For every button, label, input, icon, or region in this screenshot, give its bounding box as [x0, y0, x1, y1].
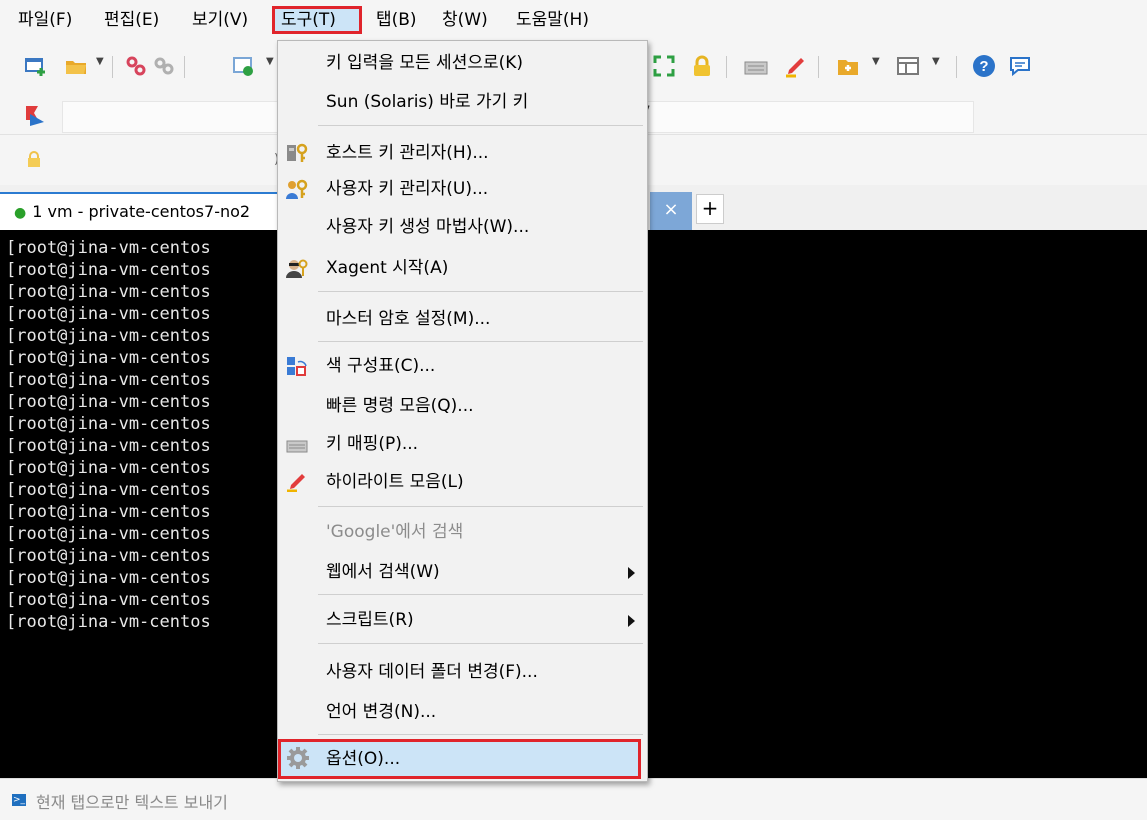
terminal-line: [root@jina-vm-centos — [6, 414, 211, 434]
tab-close-button[interactable]: × — [650, 192, 692, 230]
tab-session-1[interactable]: ● 1 vm - private-centos7-no2 — [0, 192, 278, 230]
terminal-line: [root@jina-vm-centos — [6, 612, 211, 632]
fullscreen-icon[interactable] — [652, 54, 676, 78]
lock-icon[interactable] — [690, 54, 714, 78]
terminal-line: [root@jina-vm-centos — [6, 502, 211, 522]
connected-status-icon: ● — [14, 205, 27, 221]
menu-item-xagent[interactable]: Xagent 시작(A) — [278, 251, 647, 285]
menu-separator — [318, 341, 643, 342]
terminal-line: [root@jina-vm-centos — [6, 326, 211, 346]
gear-icon — [286, 746, 309, 769]
menu-separator — [318, 594, 643, 595]
menu-item-script[interactable]: 스크립트(R) — [278, 603, 647, 637]
agent-icon — [286, 258, 308, 278]
menu-item-change-language[interactable]: 언어 변경(N)... — [278, 695, 647, 729]
menu-tab[interactable]: 탭(B) — [370, 6, 423, 34]
terminal-line: [root@jina-vm-centos — [6, 458, 211, 478]
terminal-line: [root@jina-vm-centos — [6, 260, 211, 280]
open-folder-icon[interactable] — [64, 54, 88, 78]
menu-window[interactable]: 창(W) — [436, 6, 494, 34]
status-bar: >_ 현재 탭으로만 텍스트 보내기 — [0, 778, 1147, 820]
terminal-line: [root@jina-vm-centos — [6, 348, 211, 368]
terminal-prompt-icon: >_ — [12, 794, 26, 806]
submenu-arrow-icon — [628, 567, 635, 579]
terminal-line: [root@jina-vm-centos — [6, 304, 211, 324]
menu-file[interactable]: 파일(F) — [12, 6, 78, 34]
menu-item-host-key-manager[interactable]: 호스트 키 관리자(H)... — [278, 136, 647, 170]
menu-item-web-search[interactable]: 웹에서 검색(W) — [278, 555, 647, 589]
menu-separator — [318, 291, 643, 292]
host-key-icon — [286, 143, 308, 163]
new-folder-icon[interactable] — [836, 54, 860, 78]
terminal-line: [root@jina-vm-centos — [6, 568, 211, 588]
menu-separator — [318, 734, 643, 735]
menu-separator — [318, 506, 643, 507]
help-icon[interactable]: ? — [972, 54, 996, 78]
terminal-line: [root@jina-vm-centos — [6, 392, 211, 412]
lock-small-icon — [26, 150, 42, 172]
terminal-line: [root@jina-vm-centos — [6, 546, 211, 566]
menu-help[interactable]: 도움말(H) — [510, 6, 595, 34]
terminal-line: [root@jina-vm-centos — [6, 370, 211, 390]
menu-view[interactable]: 보기(V) — [186, 6, 254, 34]
menu-item-send-keys-all[interactable]: 키 입력을 모든 세션으로(K) — [278, 46, 647, 80]
menu-item-key-mapping[interactable]: 키 매핑(P)... — [278, 427, 647, 461]
highlight-icon — [286, 472, 308, 493]
menu-item-master-password[interactable]: 마스터 암호 설정(M)... — [278, 302, 647, 336]
highlight-icon[interactable] — [784, 54, 808, 78]
properties-dropdown-icon[interactable]: ▼ — [266, 56, 274, 67]
new-session-icon[interactable] — [24, 54, 48, 78]
layout-icon[interactable] — [896, 54, 920, 78]
folder-dropdown-icon[interactable]: ▼ — [872, 56, 880, 67]
user-key-icon — [286, 179, 308, 199]
menu-edit[interactable]: 편집(E) — [98, 6, 165, 34]
toolbar-separator — [726, 56, 727, 78]
toolbar-separator — [112, 56, 113, 78]
chat-icon[interactable] — [1008, 54, 1032, 78]
menu-item-google-search: 'Google'에서 검색 — [326, 522, 464, 542]
add-tab-button[interactable]: + — [696, 194, 724, 224]
submenu-arrow-icon — [628, 615, 635, 627]
terminal-line: [root@jina-vm-centos — [6, 436, 211, 456]
menu-bar: 파일(F) 편집(E) 보기(V) 도구(T) 탭(B) 창(W) 도움말(H) — [0, 0, 1147, 40]
layout-dropdown-icon[interactable]: ▼ — [932, 56, 940, 67]
bookmark-flag-icon[interactable] — [22, 104, 46, 132]
reconnect-icon[interactable] — [152, 54, 176, 78]
terminal-line: [root@jina-vm-centos — [6, 524, 211, 544]
toolbar-separator — [818, 56, 819, 78]
terminal-line: [root@jina-vm-centos — [6, 238, 211, 258]
terminal-line: [root@jina-vm-centos — [6, 480, 211, 500]
menu-item-user-data-folder[interactable]: 사용자 데이터 폴더 변경(F)... — [278, 655, 647, 689]
menu-item-user-key-manager[interactable]: 사용자 키 관리자(U)... — [278, 172, 647, 206]
menu-item-options[interactable]: 옵션(O)... — [278, 739, 641, 779]
menu-item-quick-commands[interactable]: 빠른 명령 모음(Q)... — [278, 389, 647, 423]
keyboard-icon[interactable] — [744, 54, 768, 78]
send-text-current-tab[interactable]: 현재 탭으로만 텍스트 보내기 — [36, 789, 228, 813]
menu-item-sun-shortcut[interactable]: Sun (Solaris) 바로 가기 키 — [278, 85, 647, 119]
menu-item-highlight-sets[interactable]: 하이라이트 모음(L) — [278, 465, 647, 499]
menu-separator — [318, 125, 643, 126]
open-dropdown-icon[interactable]: ▼ — [96, 56, 104, 67]
disconnect-icon[interactable] — [124, 54, 148, 78]
tools-menu: 키 입력을 모든 세션으로(K) Sun (Solaris) 바로 가기 키 호… — [277, 40, 648, 782]
terminal-line: [root@jina-vm-centos — [6, 590, 211, 610]
menu-item-color-scheme[interactable]: 색 구성표(C)... — [278, 349, 647, 383]
properties-icon[interactable] — [232, 54, 256, 78]
menu-item-user-key-wizard[interactable]: 사용자 키 생성 마법사(W)... — [278, 210, 647, 244]
keyboard-icon — [286, 434, 308, 454]
toolbar-separator — [184, 56, 185, 78]
tab-label: 1 vm - private-centos7-no2 — [32, 202, 251, 221]
menu-separator — [318, 643, 643, 644]
svg-text:?: ? — [979, 58, 988, 75]
color-scheme-icon — [286, 356, 308, 376]
menu-tools[interactable]: 도구(T) — [272, 6, 362, 34]
toolbar-separator — [956, 56, 957, 78]
terminal-line: [root@jina-vm-centos — [6, 282, 211, 302]
